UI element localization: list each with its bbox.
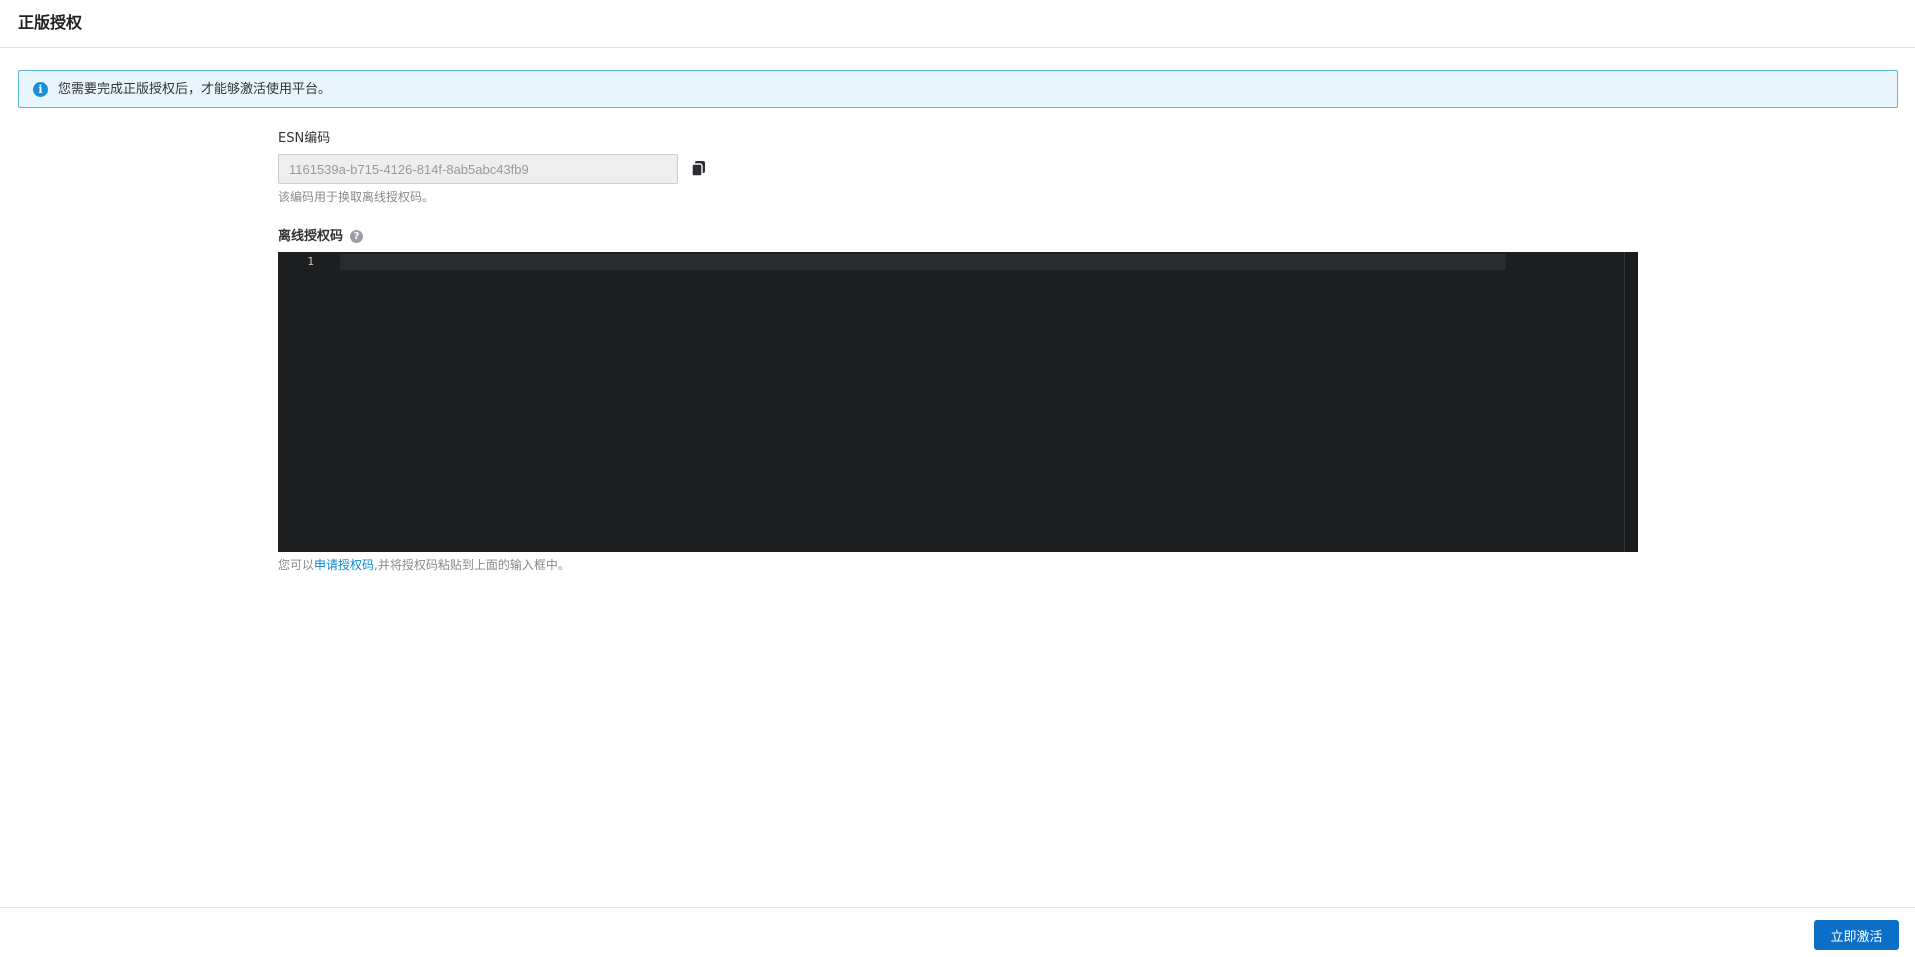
hint-prefix: 您可以 bbox=[278, 558, 315, 572]
page-title: 正版授权 bbox=[18, 13, 83, 32]
copy-button[interactable] bbox=[688, 158, 710, 180]
page-header: 正版授权 bbox=[0, 0, 1915, 48]
esn-input[interactable] bbox=[278, 154, 678, 184]
offline-code-label: 离线授权码 bbox=[278, 229, 344, 244]
activate-button[interactable]: 立即激活 bbox=[1814, 920, 1899, 950]
copy-icon bbox=[691, 161, 705, 177]
code-editor[interactable]: 1 bbox=[278, 252, 1638, 552]
info-icon: i bbox=[33, 82, 48, 97]
hint-suffix: ,并将授权码粘贴到上面的输入框中。 bbox=[374, 558, 570, 572]
alert-text: 您需要完成正版授权后，才能够激活使用平台。 bbox=[58, 82, 332, 97]
esn-label: ESN编码 bbox=[278, 131, 331, 146]
esn-hint: 该编码用于换取离线授权码。 bbox=[278, 190, 435, 204]
offline-code-hint: 您可以申请授权码,并将授权码粘贴到上面的输入框中。 bbox=[278, 557, 570, 573]
line-number: 1 bbox=[307, 255, 314, 268]
apply-code-link[interactable]: 申请授权码 bbox=[314, 558, 374, 572]
page-footer bbox=[0, 907, 1915, 957]
editor-scrollbar[interactable] bbox=[1624, 252, 1638, 552]
question-icon[interactable]: ? bbox=[350, 230, 363, 243]
editor-active-line[interactable] bbox=[340, 254, 1506, 270]
info-alert: i 您需要完成正版授权后，才能够激活使用平台。 bbox=[18, 70, 1898, 108]
